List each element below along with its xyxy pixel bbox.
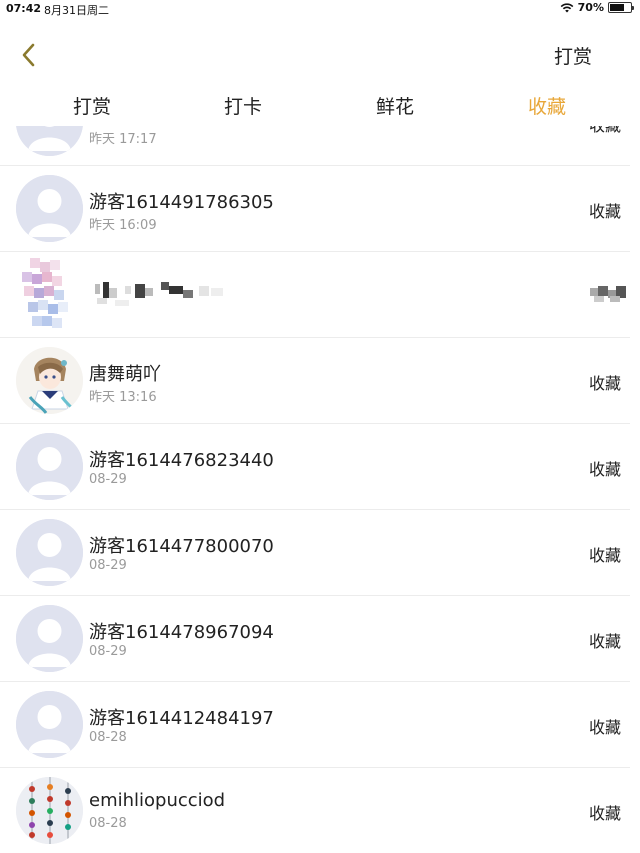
tab-flowers[interactable]: 鲜花 <box>345 92 445 119</box>
list-item[interactable]: 唐舞萌吖 昨天 13:16 收藏 <box>0 338 630 424</box>
list-item[interactable]: 游客1614477800070 08-29 收藏 <box>0 510 630 596</box>
list-item[interactable]: emihliopucciod 08-28 收藏 <box>0 768 630 853</box>
battery-icon <box>608 2 634 13</box>
item-time: 08-28 <box>89 816 127 831</box>
action-label: 收藏 <box>588 718 621 737</box>
item-time: 08-29 <box>89 472 127 487</box>
default-avatar-icon <box>16 433 83 500</box>
action-label: 收藏 <box>588 460 621 479</box>
ornaments-avatar-icon <box>16 777 83 844</box>
list-item[interactable]: 游客1614478967094 08-29 收藏 <box>0 596 630 682</box>
status-date: 8月31日周二 <box>44 4 109 17</box>
action-label: 收藏 <box>589 126 621 136</box>
user-name: 游客1614491786305 <box>89 192 274 213</box>
list-item[interactable]: 游客1614491786305 昨天 16:09 收藏 <box>0 166 630 252</box>
pixelated-text <box>95 282 230 308</box>
tab-reward[interactable]: 打赏 <box>42 92 142 119</box>
anime-avatar-icon <box>16 347 83 414</box>
action-label: 收藏 <box>588 546 621 565</box>
pixelated-avatar-icon <box>22 258 70 330</box>
action-label: 收藏 <box>588 632 621 651</box>
status-indicators: 70% <box>560 1 634 14</box>
list-item[interactable]: 游客1614476823440 08-29 收藏 <box>0 424 630 510</box>
user-name: 游客1614477800070 <box>89 536 274 557</box>
item-time: 昨天 13:16 <box>89 390 157 405</box>
favorites-list: 昨天 17:17 收藏 游客1614491786305 昨天 16:09 收藏 <box>0 126 630 853</box>
default-avatar-icon <box>16 605 83 672</box>
chevron-left-icon <box>22 43 35 67</box>
action-label: 收藏 <box>588 202 621 221</box>
item-time: 08-28 <box>89 730 127 745</box>
user-name: emihliopucciod <box>89 790 226 811</box>
list-item-blurred[interactable] <box>0 252 630 338</box>
item-time: 昨天 17:17 <box>89 132 157 147</box>
tab-favorites[interactable]: 收藏 <box>497 92 597 119</box>
status-bar: 07:42 8月31日周二 70% <box>0 0 640 18</box>
status-time: 07:42 <box>6 2 42 15</box>
item-time: 08-29 <box>89 558 127 573</box>
battery-percent: 70% <box>577 1 604 14</box>
tab-bar: 打赏 打卡 鲜花 收藏 <box>0 92 640 126</box>
item-time: 08-29 <box>89 644 127 659</box>
user-name: 游客1614412484197 <box>89 708 274 729</box>
tab-checkin[interactable]: 打卡 <box>193 92 293 119</box>
default-avatar-icon <box>16 691 83 758</box>
header-title[interactable]: 打赏 <box>554 42 592 69</box>
default-avatar-icon <box>16 519 83 586</box>
action-label: 收藏 <box>588 804 621 823</box>
item-time: 昨天 16:09 <box>89 218 157 233</box>
list-item[interactable]: 昨天 17:17 收藏 <box>0 126 630 166</box>
wifi-icon <box>560 2 574 12</box>
list-item[interactable]: 游客1614412484197 08-28 收藏 <box>0 682 630 768</box>
default-avatar-icon <box>16 175 83 242</box>
pixelated-action <box>590 286 626 302</box>
user-name: 游客1614476823440 <box>89 450 274 471</box>
battery-level <box>610 4 624 11</box>
action-label: 收藏 <box>588 374 621 393</box>
default-avatar-icon <box>16 126 83 156</box>
user-name: 唐舞萌吖 <box>89 364 161 385</box>
back-button[interactable] <box>16 40 42 70</box>
user-name: 游客1614478967094 <box>89 622 274 643</box>
